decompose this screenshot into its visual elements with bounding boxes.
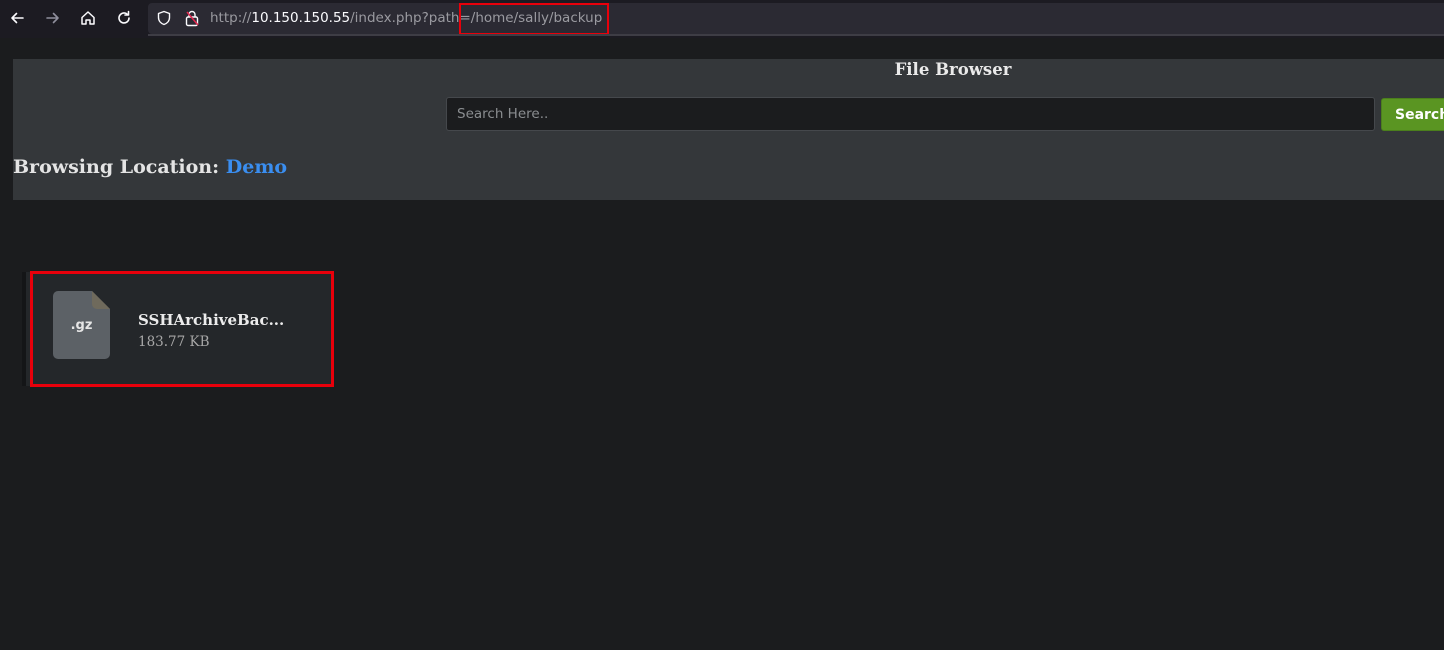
address-bar[interactable]: http://10.150.150.55/index.php?path=/hom… <box>148 3 1444 35</box>
url-host: 10.150.150.55 <box>251 10 351 26</box>
shield-icon[interactable] <box>156 10 172 26</box>
browsing-location: Browsing Location: Demo <box>13 156 287 178</box>
forward-button[interactable] <box>41 6 65 30</box>
home-icon <box>81 11 95 25</box>
home-button[interactable] <box>76 6 100 30</box>
forward-arrow-icon <box>46 12 59 24</box>
search-button[interactable]: Search <box>1381 98 1444 131</box>
location-link[interactable]: Demo <box>226 156 287 178</box>
browser-toolbar: http://10.150.150.55/index.php?path=/hom… <box>0 0 1444 38</box>
url-path: /index.php?path= <box>350 10 471 26</box>
insecure-lock-icon[interactable] <box>184 9 200 27</box>
file-highlight-box <box>30 271 334 387</box>
back-button[interactable] <box>5 6 29 30</box>
toolbar-divider <box>148 34 1444 36</box>
back-arrow-icon <box>11 12 24 24</box>
page-title: File Browser <box>894 60 1012 79</box>
url-prefix: http:// <box>210 10 252 26</box>
search-input[interactable] <box>446 97 1375 131</box>
reload-icon <box>118 10 130 24</box>
url-highlight-box <box>459 3 609 35</box>
reload-button[interactable] <box>112 6 136 30</box>
header-panel: File Browser Search Browsing Location: D… <box>13 59 1444 200</box>
location-label: Browsing Location: <box>13 156 220 178</box>
